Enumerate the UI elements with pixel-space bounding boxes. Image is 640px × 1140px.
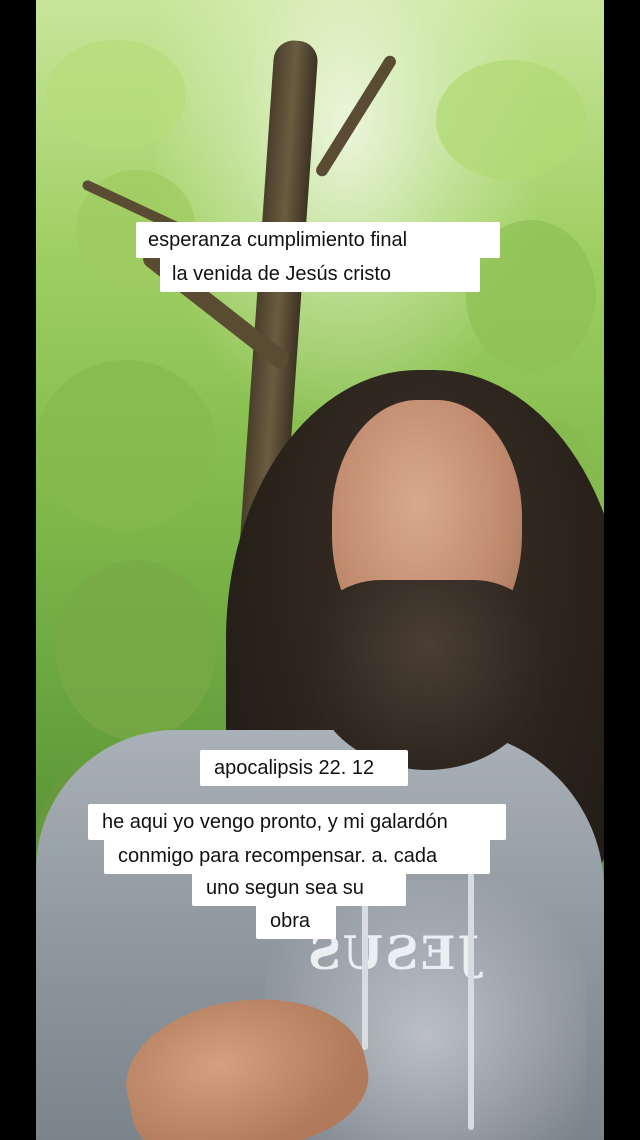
caption-verse-line-3: uno segun sea su <box>192 870 406 906</box>
beard <box>312 580 542 770</box>
caption-title-line-2: la venida de Jesús cristo <box>160 256 480 292</box>
caption-verse-line-4: obra <box>256 903 336 939</box>
foliage <box>436 60 586 180</box>
hoodie-cord <box>362 900 368 1050</box>
caption-verse-line-1: he aqui yo vengo pronto, y mi galardón <box>88 804 506 840</box>
sky-light <box>156 0 536 420</box>
foliage <box>46 40 186 150</box>
caption-verse-line-2: conmigo para recompensar. a. cada <box>104 838 490 874</box>
video-still: JESUS <box>36 0 604 1140</box>
caption-title-line-1: esperanza cumplimiento final <box>136 222 500 258</box>
caption-verse-reference: apocalipsis 22. 12 <box>200 750 408 786</box>
video-frame: JESUS esperanza cumplimiento final la ve… <box>0 0 640 1140</box>
hoodie-cord <box>468 870 474 1130</box>
